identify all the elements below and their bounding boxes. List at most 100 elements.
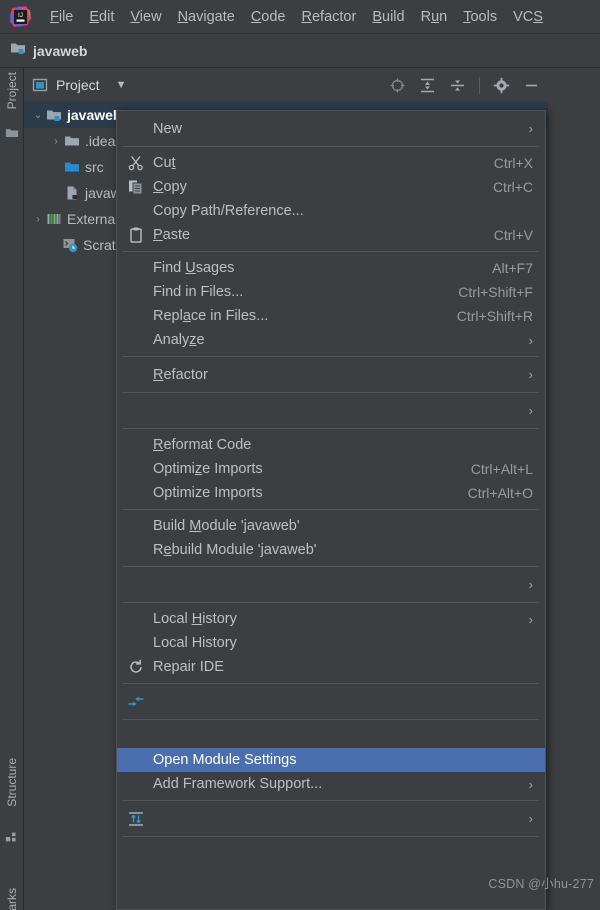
hide-minimize-icon[interactable] bbox=[523, 77, 540, 94]
menu-separator bbox=[123, 836, 539, 837]
menu-item-replace-in-files[interactable]: Replace in Files... Ctrl+Shift+R bbox=[117, 304, 545, 328]
project-panel-title: Project bbox=[56, 77, 100, 93]
menu-item-label: Copy Path/Reference... bbox=[153, 203, 304, 219]
no-icon bbox=[127, 283, 145, 301]
menu-item-local-history[interactable]: Local History › bbox=[117, 607, 545, 631]
scissors-icon bbox=[127, 154, 145, 172]
locate-target-icon[interactable] bbox=[389, 77, 406, 94]
menu-item-label: Local History bbox=[153, 611, 237, 627]
menu-refactor[interactable]: Refactor bbox=[294, 7, 365, 27]
no-icon bbox=[127, 576, 145, 594]
submenu-arrow-icon: › bbox=[528, 121, 533, 136]
menu-item-reformat-code[interactable]: Reformat Code bbox=[117, 433, 545, 457]
tree-label: javaweb bbox=[67, 107, 122, 123]
module-folder-icon bbox=[46, 107, 62, 123]
menu-item-remove-module[interactable]: Optimize Imports Ctrl+Alt+O bbox=[117, 481, 545, 505]
ide-window: IJ File Edit View Navigate Code Refactor… bbox=[0, 0, 600, 910]
menu-view[interactable]: View bbox=[122, 7, 169, 27]
menu-item-analyze[interactable]: Analyze › bbox=[117, 328, 545, 352]
menu-separator bbox=[123, 683, 539, 684]
settings-gear-icon[interactable] bbox=[493, 77, 510, 94]
no-icon bbox=[127, 202, 145, 220]
menu-separator bbox=[123, 602, 539, 603]
tree-label: src bbox=[85, 159, 104, 175]
no-icon bbox=[127, 517, 145, 535]
menu-navigate[interactable]: Navigate bbox=[170, 7, 243, 27]
menu-item-shortcut: Ctrl+C bbox=[492, 179, 533, 195]
menu-separator bbox=[123, 566, 539, 567]
menu-run[interactable]: Run bbox=[413, 7, 456, 27]
submenu-arrow-icon: › bbox=[528, 332, 533, 348]
toolstrip-structure-label[interactable]: Structure bbox=[5, 758, 19, 807]
menu-code[interactable]: Code bbox=[243, 7, 294, 27]
menu-item-add-framework-support[interactable]: Open Module Settings bbox=[117, 748, 545, 772]
menu-item-copy-path-reference[interactable]: Copy Path/Reference... bbox=[117, 199, 545, 223]
collapse-all-icon[interactable] bbox=[449, 77, 466, 94]
menu-tools[interactable]: Tools bbox=[455, 7, 505, 27]
menu-separator bbox=[123, 428, 539, 429]
menu-item-label: New bbox=[153, 120, 183, 137]
menu-item-rebuild-module[interactable]: Rebuild Module 'javaweb' bbox=[117, 538, 545, 562]
submenu-arrow-icon: › bbox=[528, 776, 533, 792]
structure-icon[interactable] bbox=[5, 830, 19, 844]
diagrams-icon bbox=[127, 810, 145, 828]
scratches-icon bbox=[62, 237, 78, 253]
menu-item-find-usages[interactable]: Find Usages Alt+F7 bbox=[117, 256, 545, 280]
menu-item-refactor[interactable]: Refactor › bbox=[117, 361, 545, 388]
folder-icon[interactable] bbox=[5, 126, 19, 140]
menu-build[interactable]: Build bbox=[364, 7, 412, 27]
menu-separator bbox=[123, 392, 539, 393]
menu-item-build-module[interactable]: Build Module 'javaweb' bbox=[117, 514, 545, 538]
menu-vcs[interactable]: VCS bbox=[505, 7, 551, 27]
menu-item-shortcut: Alt+F7 bbox=[492, 260, 533, 276]
external-libraries-icon bbox=[46, 211, 62, 227]
folder-icon bbox=[64, 133, 80, 149]
menu-item-optimize-imports[interactable]: Optimize Imports Ctrl+Alt+L bbox=[117, 457, 545, 481]
no-icon bbox=[127, 460, 145, 478]
menu-separator bbox=[123, 251, 539, 252]
menu-item-shortcut: Ctrl+X bbox=[493, 155, 533, 171]
project-panel-toolbar-actions bbox=[389, 68, 540, 102]
menu-item-cut[interactable]: Cut Ctrl+X bbox=[117, 151, 545, 175]
menu-item-repair-ide[interactable]: Local History bbox=[117, 631, 545, 655]
toolstrip-project-label[interactable]: Project bbox=[5, 72, 19, 109]
menu-item-paste[interactable]: Paste Ctrl+V bbox=[117, 223, 545, 247]
project-view-icon bbox=[32, 77, 48, 93]
no-icon bbox=[127, 259, 145, 277]
toolstrip-bookmarks-label[interactable]: marks bbox=[5, 888, 19, 910]
expand-all-icon[interactable] bbox=[419, 77, 436, 94]
chevron-expanded-icon[interactable]: ⌄ bbox=[30, 110, 46, 121]
chevron-collapsed-icon[interactable]: › bbox=[30, 214, 46, 225]
intellij-idea-logo-icon: IJ bbox=[8, 5, 32, 29]
menu-item-new[interactable]: New › bbox=[117, 115, 545, 142]
iml-file-icon bbox=[64, 185, 80, 201]
source-folder-icon bbox=[64, 159, 80, 175]
menu-item-bookmarks[interactable]: › bbox=[117, 397, 545, 424]
menu-item-open-in[interactable]: › bbox=[117, 571, 545, 598]
menu-item-label: Copy bbox=[153, 179, 187, 195]
menu-separator bbox=[123, 509, 539, 510]
menu-item-find-in-files[interactable]: Find in Files... Ctrl+Shift+F bbox=[117, 280, 545, 304]
menu-item-label: Find Usages bbox=[153, 260, 235, 276]
menu-file[interactable]: File bbox=[42, 7, 81, 27]
submenu-arrow-icon: › bbox=[528, 367, 533, 382]
menu-item-label: Rebuild Module 'javaweb' bbox=[153, 542, 317, 558]
menu-item-shortcut: Ctrl+Shift+F bbox=[458, 284, 533, 300]
breadcrumb-project-name[interactable]: javaweb bbox=[33, 43, 87, 59]
menu-item-reload-from-disk[interactable]: Repair IDE bbox=[117, 655, 545, 679]
menu-item-label: Repair IDE bbox=[153, 659, 224, 675]
menu-item-open-module-settings[interactable] bbox=[117, 724, 545, 748]
menu-item-diagrams[interactable]: › bbox=[117, 805, 545, 832]
menu-item-copy[interactable]: Copy Ctrl+C bbox=[117, 175, 545, 199]
chevron-down-icon[interactable]: ▼ bbox=[116, 79, 127, 91]
reload-icon bbox=[127, 658, 145, 676]
menu-item-label: Replace in Files... bbox=[153, 308, 269, 324]
menu-item-label: Local History bbox=[153, 635, 237, 651]
menu-edit[interactable]: Edit bbox=[81, 7, 122, 27]
menu-item-compare-with[interactable] bbox=[117, 688, 545, 715]
chevron-collapsed-icon[interactable]: › bbox=[48, 136, 64, 147]
menu-item-mark-directory-as[interactable]: Add Framework Support... › bbox=[117, 772, 545, 796]
menu-item-label: Find in Files... bbox=[153, 284, 244, 300]
menu-item-label: Reformat Code bbox=[153, 437, 252, 453]
compare-icon bbox=[127, 693, 145, 711]
